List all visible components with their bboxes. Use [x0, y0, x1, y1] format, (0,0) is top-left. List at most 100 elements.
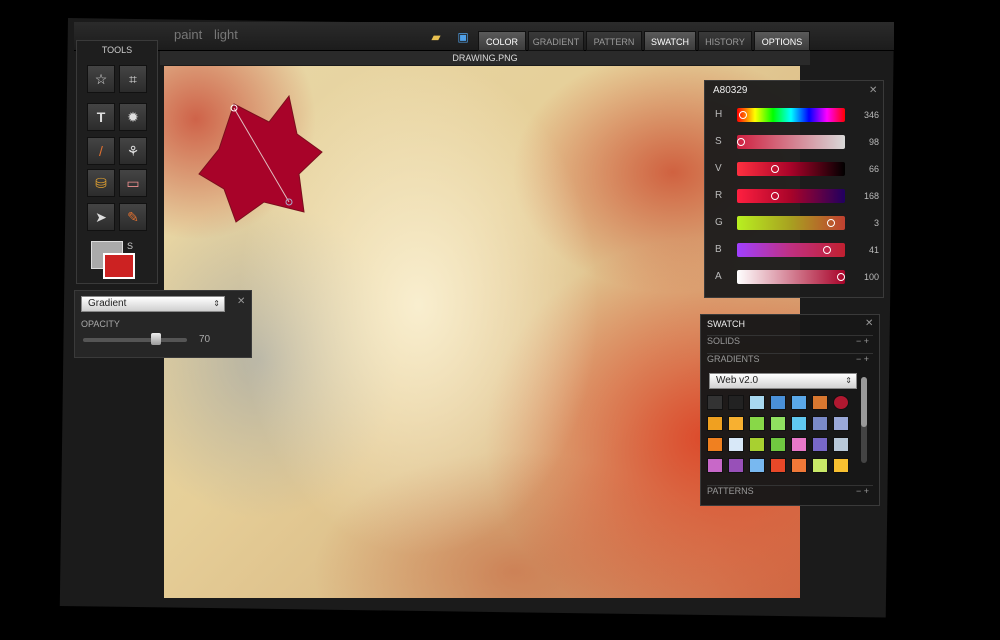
- swatch-color-17[interactable]: [770, 437, 786, 452]
- channel-label-v: V: [715, 163, 722, 174]
- swatch-color-0[interactable]: [707, 395, 723, 410]
- opacity-value: 70: [199, 334, 211, 345]
- text-tool[interactable]: T: [87, 103, 115, 131]
- swatch-color-11[interactable]: [791, 416, 807, 431]
- channel-slider-g[interactable]: [737, 216, 845, 230]
- swatch-color-21[interactable]: [707, 458, 723, 473]
- opacity-slider-thumb[interactable]: [150, 333, 161, 345]
- channel-thumb-s[interactable]: [737, 138, 745, 146]
- swatch-color-2[interactable]: [749, 395, 765, 410]
- swatch-color-24[interactable]: [770, 458, 786, 473]
- brand-light: light: [214, 27, 238, 42]
- channel-value-a[interactable]: 100: [853, 272, 879, 282]
- select-arrow-tool[interactable]: ➤: [87, 203, 115, 231]
- swatch-color-25[interactable]: [791, 458, 807, 473]
- swatch-color-1[interactable]: [728, 395, 744, 410]
- close-icon[interactable]: ✕: [869, 85, 877, 96]
- channel-label-b: B: [715, 244, 722, 255]
- swatch-color-19[interactable]: [812, 437, 828, 452]
- swatch-color-15[interactable]: [728, 437, 744, 452]
- star-shape[interactable]: [194, 94, 329, 224]
- tab-color[interactable]: COLOR: [478, 31, 526, 51]
- swatch-set-value: Web v2.0: [716, 375, 759, 386]
- channel-thumb-a[interactable]: [837, 273, 845, 281]
- swatch-color-13[interactable]: [833, 416, 849, 431]
- swatch-color-9[interactable]: [749, 416, 765, 431]
- swatch-title: SWATCH: [707, 319, 745, 329]
- swatch-set-select[interactable]: Web v2.0 ⇕: [709, 373, 857, 389]
- swatch-color-6[interactable]: [833, 395, 849, 410]
- channel-thumb-h[interactable]: [739, 111, 747, 119]
- swatch-color-18[interactable]: [791, 437, 807, 452]
- settings-tool[interactable]: ✹: [119, 103, 147, 131]
- close-icon[interactable]: ✕: [237, 296, 245, 307]
- swatch-color-20[interactable]: [833, 437, 849, 452]
- channel-thumb-b[interactable]: [823, 246, 831, 254]
- folder-icon[interactable]: ▰: [428, 30, 444, 44]
- close-icon[interactable]: ✕: [865, 318, 873, 329]
- tab-options[interactable]: OPTIONS: [754, 31, 810, 51]
- add-remove-icon[interactable]: − +: [856, 486, 869, 496]
- opacity-slider-track[interactable]: [83, 338, 187, 342]
- fill-type-select[interactable]: Gradient ⇕: [81, 296, 225, 312]
- swatch-color-16[interactable]: [749, 437, 765, 452]
- stamp-tool[interactable]: ⚘: [119, 137, 147, 165]
- swatch-color-8[interactable]: [728, 416, 744, 431]
- swatch-scrollbar[interactable]: [861, 377, 867, 463]
- swatch-color-10[interactable]: [770, 416, 786, 431]
- options-panel: Gradient ⇕ ✕ OPACITY 70: [74, 290, 252, 358]
- swatch-color-22[interactable]: [728, 458, 744, 473]
- crop-tool[interactable]: ⌗: [119, 65, 147, 93]
- channel-value-s[interactable]: 98: [853, 137, 879, 147]
- fill-bucket-tool[interactable]: ⛁: [87, 169, 115, 197]
- swap-colors-label[interactable]: S: [127, 241, 133, 251]
- channel-slider-v[interactable]: [737, 162, 845, 176]
- foreground-color-swatch[interactable]: [103, 253, 135, 279]
- channel-value-g[interactable]: 3: [853, 218, 879, 228]
- swatch-color-7[interactable]: [707, 416, 723, 431]
- add-remove-icon[interactable]: − +: [856, 336, 869, 346]
- channel-label-g: G: [715, 217, 723, 228]
- swatch-color-14[interactable]: [707, 437, 723, 452]
- tab-history[interactable]: HISTORY: [698, 31, 752, 51]
- fill-type-value: Gradient: [88, 298, 127, 309]
- patterns-section[interactable]: PATTERNS − +: [707, 485, 873, 500]
- channel-thumb-r[interactable]: [771, 192, 779, 200]
- swatch-color-26[interactable]: [812, 458, 828, 473]
- channel-thumb-v[interactable]: [771, 165, 779, 173]
- star-shape-tool[interactable]: ☆: [87, 65, 115, 93]
- channel-slider-b[interactable]: [737, 243, 845, 257]
- swatch-color-27[interactable]: [833, 458, 849, 473]
- channel-value-v[interactable]: 66: [853, 164, 879, 174]
- star-shape-path: [198, 94, 323, 223]
- channel-thumb-g[interactable]: [827, 219, 835, 227]
- channel-slider-r[interactable]: [737, 189, 845, 203]
- channel-value-r[interactable]: 168: [853, 191, 879, 201]
- swatch-scrollbar-thumb[interactable]: [861, 377, 867, 427]
- brush-tool[interactable]: /: [87, 137, 115, 165]
- floppy-disk-icon[interactable]: ▣: [455, 30, 471, 44]
- add-remove-icon[interactable]: − +: [856, 354, 869, 364]
- gradients-section[interactable]: GRADIENTS − +: [707, 353, 873, 368]
- channel-slider-a[interactable]: [737, 270, 845, 284]
- solids-section[interactable]: SOLIDS − +: [707, 335, 873, 350]
- eyedropper-tool[interactable]: ✎: [119, 203, 147, 231]
- swatch-color-23[interactable]: [749, 458, 765, 473]
- tools-panel: TOOLS ☆ ⌗ T ✹ / ⚘ ⛁ ▭ ➤ ✎ S: [76, 40, 158, 284]
- eraser-tool[interactable]: ▭: [119, 169, 147, 197]
- swatch-color-5[interactable]: [812, 395, 828, 410]
- channel-slider-s[interactable]: [737, 135, 845, 149]
- document-title: DRAWING.PNG: [160, 51, 810, 65]
- chevron-updown-icon: ⇕: [845, 376, 852, 385]
- tab-swatch[interactable]: SWATCH: [644, 31, 696, 51]
- channel-slider-h[interactable]: [737, 108, 845, 122]
- channel-value-h[interactable]: 346: [853, 110, 879, 120]
- tab-gradient[interactable]: GRADIENT: [528, 31, 584, 51]
- channel-value-b[interactable]: 41: [853, 245, 879, 255]
- color-hex-value[interactable]: A80329: [713, 85, 747, 96]
- swatch-color-12[interactable]: [812, 416, 828, 431]
- screen: paint light ▰ ▣ COLOR GRADIENT PATTERN S…: [0, 0, 1000, 640]
- swatch-color-3[interactable]: [770, 395, 786, 410]
- swatch-color-4[interactable]: [791, 395, 807, 410]
- tab-pattern[interactable]: PATTERN: [586, 31, 642, 51]
